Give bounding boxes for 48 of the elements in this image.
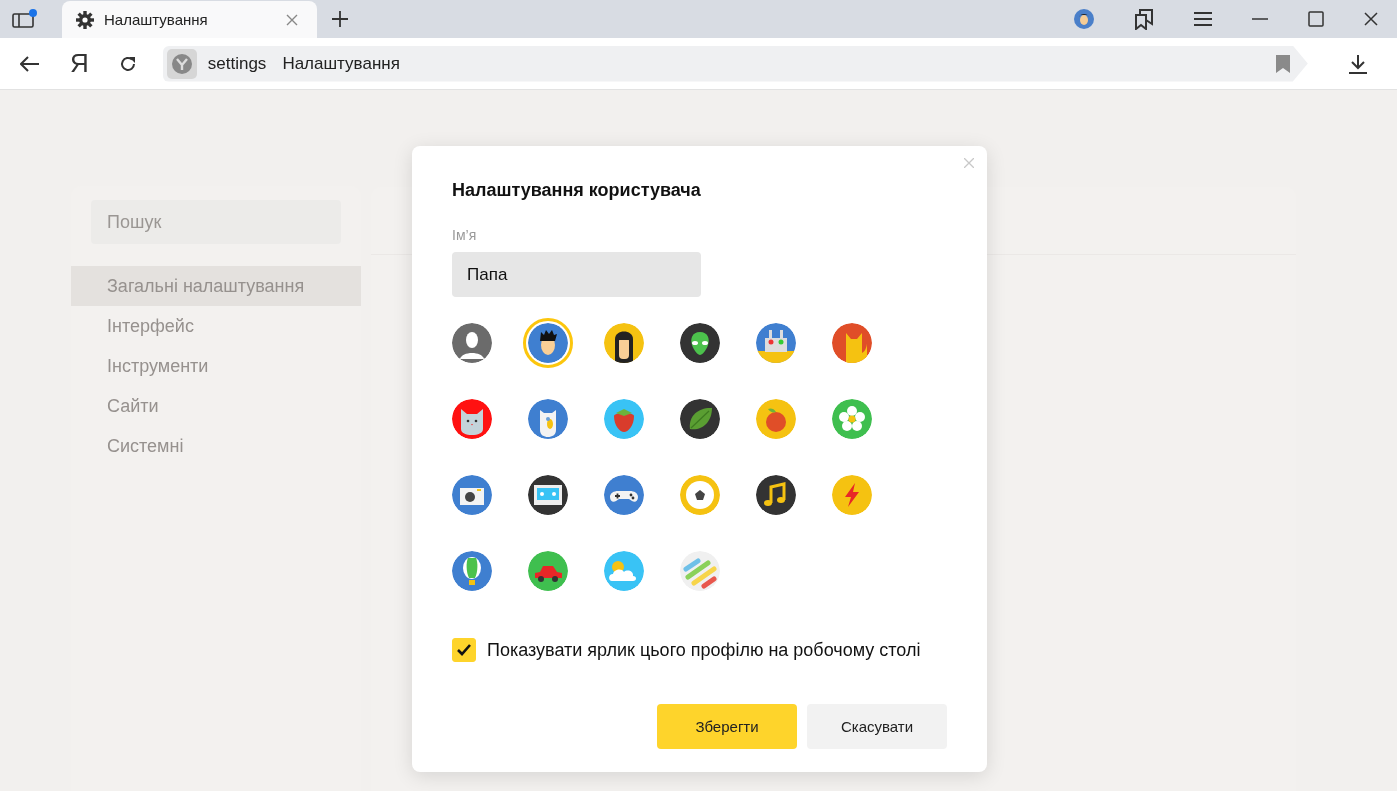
field-label: Ім’я [452,227,478,243]
cat-avatar[interactable] [832,323,872,363]
apple-avatar[interactable] [756,399,796,439]
name-field[interactable]: Папа [452,252,701,297]
back-icon[interactable] [20,55,40,72]
reload-icon[interactable] [118,54,137,73]
gear-icon [76,10,94,29]
music-note-avatar[interactable] [756,475,796,515]
bookmarks-icon[interactable] [1134,8,1154,30]
checkmark-icon [456,643,472,657]
browser-tab[interactable]: Налаштування [62,1,317,38]
checkbox[interactable] [452,638,476,662]
stripes-avatar[interactable] [680,551,720,591]
profile-avatar-icon[interactable] [1074,9,1094,29]
cancel-button[interactable]: Скасувати [807,704,947,749]
close-tab-icon[interactable] [286,13,298,26]
hot-air-balloon-avatar[interactable] [452,551,492,591]
bookmark-icon[interactable] [1275,54,1290,73]
new-tab-icon[interactable] [331,10,349,28]
dog-avatar[interactable] [528,399,568,439]
strawberry-avatar[interactable] [604,399,644,439]
address-text: settings [207,53,267,74]
camera-avatar[interactable] [452,475,492,515]
sidebar-icon[interactable] [12,9,38,29]
boy-avatar[interactable] [523,318,573,368]
search-field[interactable]: Пошук [91,200,341,244]
site-icon [166,48,197,79]
person-avatar[interactable] [452,323,492,363]
lightning-avatar[interactable] [832,475,872,515]
girl-avatar[interactable] [604,323,644,363]
cassette-avatar[interactable] [528,475,568,515]
close-icon[interactable] [1364,12,1378,26]
address-bar[interactable]: settings Налаштування [162,45,1308,82]
cat-avatar[interactable] [452,399,492,439]
dialog-title: Налаштування користувача [452,180,702,201]
ball-avatar[interactable] [680,475,720,515]
maximize-icon[interactable] [1308,11,1324,27]
robot-avatar[interactable] [756,323,796,363]
save-button[interactable]: Зберегти [657,704,797,749]
alien-avatar[interactable] [680,323,720,363]
logo-letter[interactable]: Я [70,48,89,79]
gamepad-avatar[interactable] [604,475,644,515]
download-icon[interactable] [1347,53,1368,74]
leaf-avatar[interactable] [680,399,720,439]
page-title: Налаштування [282,53,400,74]
car-avatar[interactable] [528,551,568,591]
menu-icon[interactable] [1194,12,1212,26]
checkbox-label: Показувати ярлик цього профілю на робочому столі [487,639,921,661]
